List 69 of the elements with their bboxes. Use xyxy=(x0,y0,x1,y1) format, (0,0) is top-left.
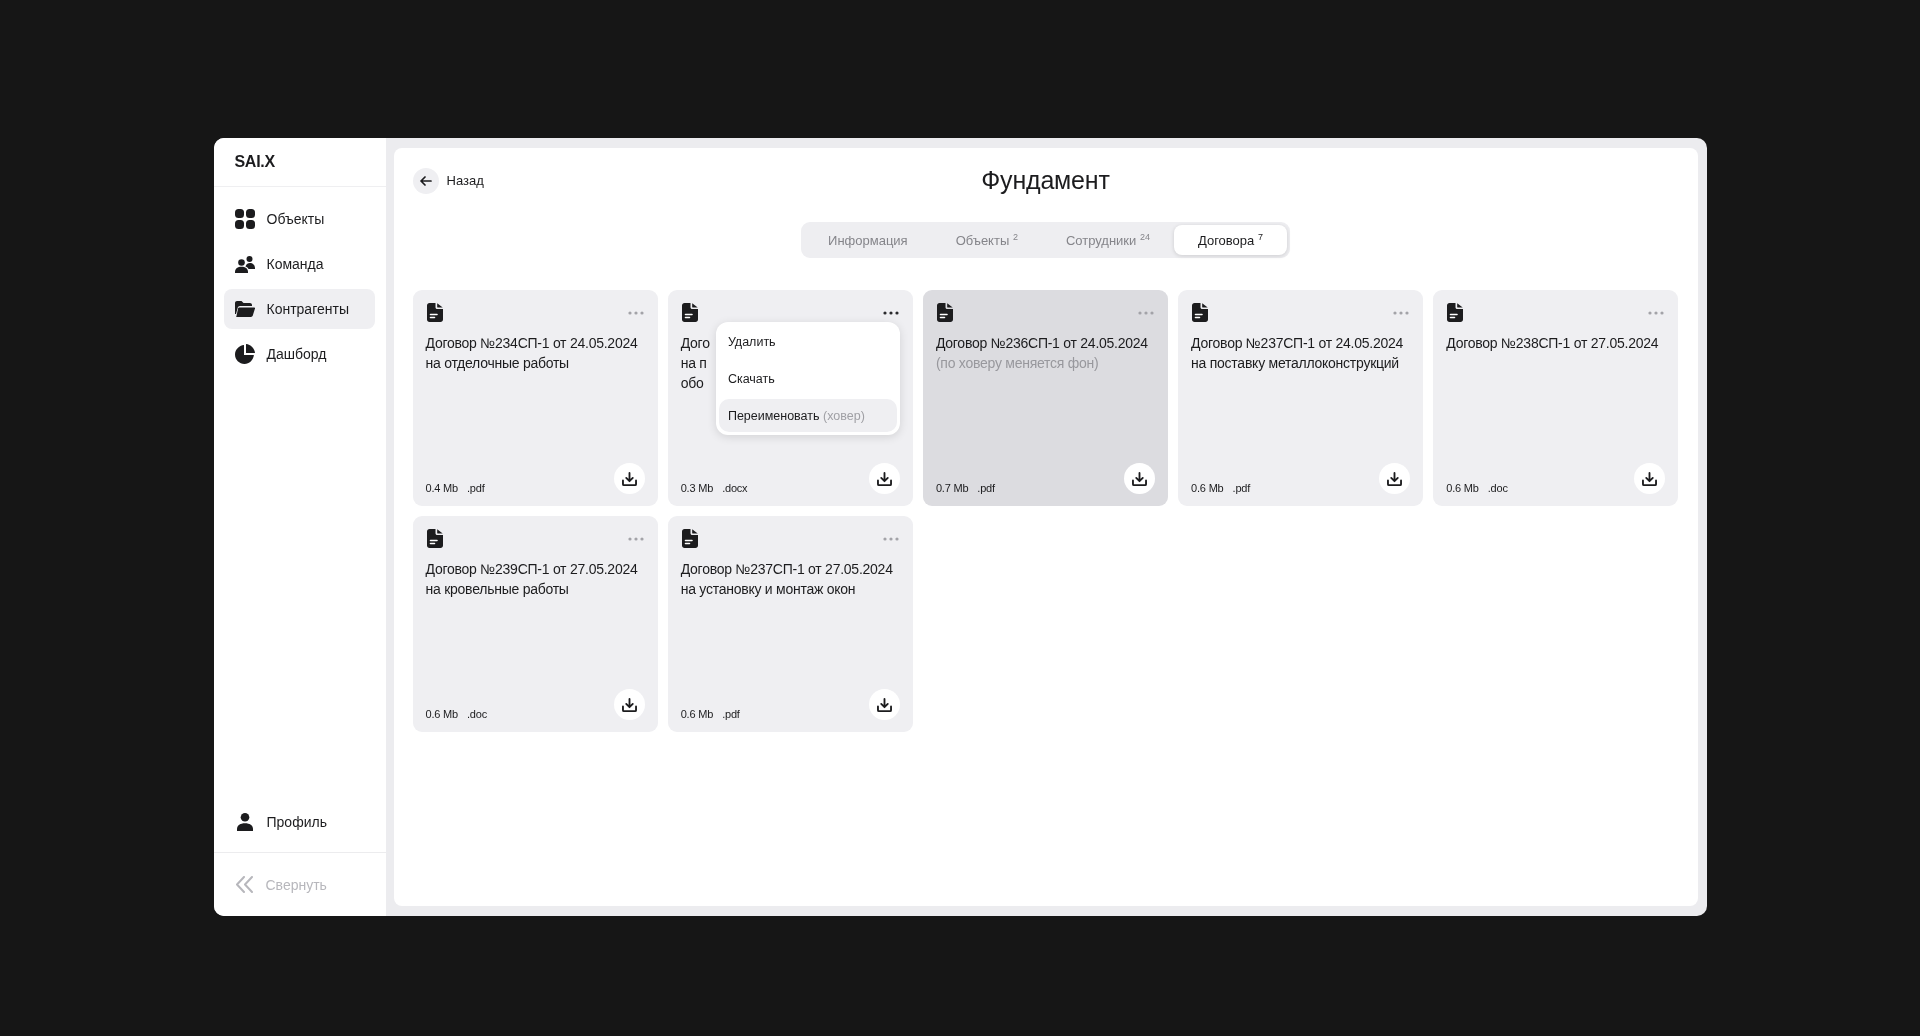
contract-card[interactable]: Договор №239СП-1 от 27.05.2024 на кровельные работы 0.6 Mb .doc xyxy=(412,516,658,732)
file-size: 0.3 Mb xyxy=(680,482,714,494)
file-size: 0.6 Mb xyxy=(1446,482,1479,494)
download-button[interactable] xyxy=(1379,463,1411,494)
back-button[interactable] xyxy=(412,167,439,194)
download-icon xyxy=(1642,471,1658,486)
contract-card[interactable]: Договор №238СП-1 от 27.05.2024 0.6 Mb .doc xyxy=(1433,290,1679,506)
contract-title: Договор №236СП-1 от 24.05.2024 xyxy=(935,334,1148,353)
contract-card[interactable]: Договор №237СП-1 от 24.05.2024 на поставку металлоконструкций 0.6 Mb .pdf xyxy=(1178,290,1424,506)
contract-title: Договор №238СП-1 от 27.05.2024 xyxy=(1446,334,1659,353)
download-icon xyxy=(621,697,637,712)
menu-item[interactable]: Переименовать (ховер) xyxy=(718,399,897,432)
contract-card[interactable]: Договор №237СП-1 от 27.05.2024 на установку и монтаж окон 0.6 Mb .pdf xyxy=(667,516,913,732)
document-icon xyxy=(681,303,698,322)
arrow-left-icon xyxy=(419,175,432,186)
file-extension: .doc xyxy=(466,708,487,720)
back-link[interactable]: Назад xyxy=(446,173,484,188)
document-icon xyxy=(426,529,443,548)
download-icon xyxy=(1387,471,1403,486)
person-icon xyxy=(234,813,255,831)
download-icon xyxy=(621,471,637,486)
file-size: 0.4 Mb xyxy=(425,482,458,494)
double-chevron-left-icon xyxy=(235,876,253,893)
nav-item[interactable]: Команда xyxy=(223,244,375,284)
folder-icon xyxy=(234,301,255,317)
download-button[interactable] xyxy=(868,689,900,720)
hint-text: (по ховеру меняется фон) xyxy=(935,354,1099,373)
file-extension: .pdf xyxy=(977,482,995,494)
document-icon xyxy=(1447,303,1464,322)
contract-title: Договор №234СП-1 от 24.05.2024 на отделочные работы xyxy=(425,334,638,373)
nav-item[interactable]: Контрагенты xyxy=(223,289,375,329)
download-icon xyxy=(876,471,892,486)
pie-chart-icon xyxy=(234,344,255,364)
download-button[interactable] xyxy=(613,689,645,720)
contract-card[interactable]: Договор №236СП-1 от 24.05.2024 (по ховеру меняется фон) 0.7 Mb .pdf xyxy=(922,290,1169,506)
download-icon xyxy=(876,697,892,712)
contract-title: Договор №239СП-1 от 27.05.2024 на кровельные работы xyxy=(425,560,638,599)
download-button[interactable] xyxy=(1124,463,1156,494)
menu-item[interactable]: Скачать xyxy=(718,362,897,395)
file-extension: .pdf xyxy=(1232,482,1251,494)
profile-item[interactable]: Профиль xyxy=(223,802,375,842)
file-extension: .doc xyxy=(1487,482,1508,494)
file-extension: .pdf xyxy=(466,482,485,494)
document-icon xyxy=(936,303,953,322)
tab[interactable]: Договора $^{7}$ xyxy=(1173,225,1287,255)
file-size: 0.6 Mb xyxy=(1191,482,1224,494)
people-icon xyxy=(234,255,255,273)
menu-item[interactable]: Удалить xyxy=(718,325,897,358)
nav-item[interactable]: Дашборд xyxy=(223,334,375,374)
document-icon xyxy=(681,529,698,548)
file-size: 0.6 Mb xyxy=(680,708,714,720)
page-title: Фундамент xyxy=(981,166,1110,195)
contract-title: Договор №237СП-1 от 27.05.2024 на установку и монтаж окон xyxy=(680,560,893,599)
grid-icon xyxy=(234,209,255,229)
nav-item[interactable]: Объекты xyxy=(223,199,375,239)
download-button[interactable] xyxy=(1634,463,1666,494)
file-size: 0.7 Mb xyxy=(935,482,969,494)
document-icon xyxy=(1192,303,1209,322)
download-icon xyxy=(1132,471,1148,486)
contract-title: Дого на п обо xyxy=(680,334,710,393)
file-extension: .pdf xyxy=(722,708,740,720)
contract-title: Договор №237СП-1 от 24.05.2024 на поставку металлоконструкций xyxy=(1191,334,1404,373)
contract-card[interactable]: Договор №234СП-1 от 24.05.2024 на отделочные работы 0.4 Mb .pdf xyxy=(412,290,658,506)
logo: SAI.X xyxy=(234,153,275,171)
document-icon xyxy=(426,303,443,322)
download-button[interactable] xyxy=(868,463,900,494)
more-options-icon[interactable] xyxy=(882,310,899,315)
download-button[interactable] xyxy=(613,463,645,494)
file-size: 0.6 Mb xyxy=(425,708,458,720)
